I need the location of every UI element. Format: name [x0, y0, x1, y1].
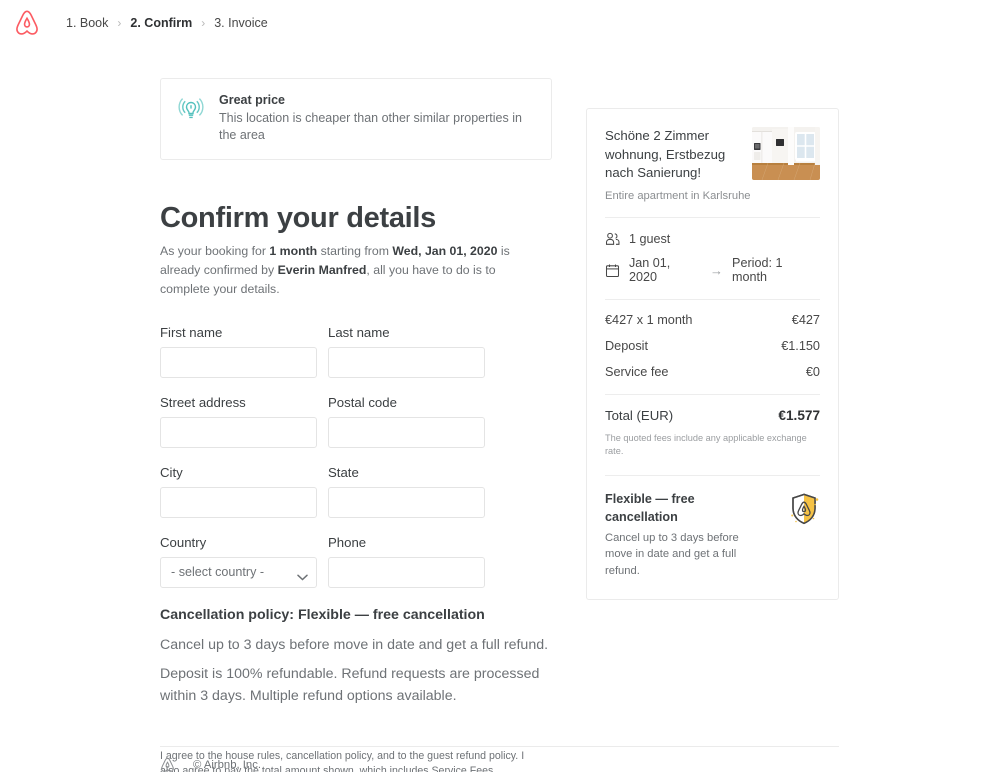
cancellation-policy-section: Cancellation policy: Flexible — free can… — [160, 605, 552, 706]
price-label: Deposit — [605, 339, 648, 353]
label-street-address: Street address — [160, 395, 317, 410]
label-last-name: Last name — [328, 325, 485, 340]
listing-text: Schöne 2 Zimmer wohnung, Erstbezug nach … — [605, 127, 752, 202]
subtitle-part-1: As your booking for — [160, 244, 269, 258]
breadcrumb-separator: › — [201, 16, 205, 30]
price-amount: €1.150 — [781, 339, 820, 353]
great-price-banner: Great price This location is cheaper tha… — [160, 78, 552, 160]
label-first-name: First name — [160, 325, 317, 340]
guests-row: 1 guest — [605, 231, 820, 246]
exchange-rate-note: The quoted fees include any applicable e… — [605, 432, 820, 458]
breadcrumb-item-confirm[interactable]: 2. Confirm — [130, 16, 192, 30]
form-row-name: First name Last name — [160, 325, 552, 378]
flexible-policy-description: Cancel up to 3 days before move in date … — [605, 530, 768, 579]
form-row-address: Street address Postal code — [160, 395, 552, 448]
total-label: Total (EUR) — [605, 408, 673, 423]
flexible-policy-text: Flexible — free cancellation Cancel up t… — [605, 491, 768, 579]
price-row-service-fee: Service fee €0 — [605, 365, 820, 379]
date-period: Period: 1 month — [732, 256, 820, 284]
street-address-input[interactable] — [160, 417, 317, 448]
state-input[interactable] — [328, 487, 485, 518]
postal-code-input[interactable] — [328, 417, 485, 448]
total-row: Total (EUR) €1.577 — [605, 408, 820, 423]
price-row-nightly: €427 x 1 month €427 — [605, 313, 820, 327]
country-select-wrapper: - select country - — [160, 557, 317, 588]
date-start: Jan 01, 2020 — [629, 256, 701, 284]
price-label: €427 x 1 month — [605, 313, 692, 327]
page-header: 1. Book › 2. Confirm › 3. Invoice — [0, 0, 999, 46]
guests-label: 1 guest — [629, 232, 670, 246]
cancellation-policy-title: Cancellation policy: Flexible — free can… — [160, 605, 552, 626]
phone-input[interactable] — [328, 557, 485, 588]
label-country: Country — [160, 535, 317, 550]
price-amount: €427 — [792, 313, 820, 327]
field-city: City — [160, 465, 317, 518]
page-title: Confirm your details — [160, 202, 552, 235]
listing-thumbnail[interactable] — [752, 127, 820, 180]
price-label: Service fee — [605, 365, 668, 379]
field-last-name: Last name — [328, 325, 485, 378]
page-subtitle: As your booking for 1 month starting fro… — [160, 242, 545, 299]
card-divider — [605, 217, 820, 218]
main-column: Great price This location is cheaper tha… — [160, 78, 552, 772]
field-phone: Phone — [328, 535, 485, 588]
banner-title: Great price — [219, 92, 535, 109]
label-city: City — [160, 465, 317, 480]
price-row-deposit: Deposit €1.150 — [605, 339, 820, 353]
card-divider — [605, 475, 820, 476]
breadcrumb: 1. Book › 2. Confirm › 3. Invoice — [66, 16, 268, 30]
form-row-city-state: City State — [160, 465, 552, 518]
booking-summary-card: Schöne 2 Zimmer wohnung, Erstbezug nach … — [586, 108, 839, 600]
form-row-country-phone: Country - select country - Phone — [160, 535, 552, 588]
total-amount: €1.577 — [778, 408, 820, 423]
airbnb-belo-icon[interactable] — [160, 757, 175, 772]
subtitle-duration: 1 month — [269, 244, 317, 258]
lightbulb-icon — [177, 93, 205, 125]
breadcrumb-item-invoice[interactable]: 3. Invoice — [214, 16, 268, 30]
price-amount: €0 — [806, 365, 820, 379]
details-form: First name Last name Street address Post… — [160, 325, 552, 588]
page-footer: © Airbnb, Inc. — [160, 746, 839, 772]
field-state: State — [328, 465, 485, 518]
calendar-icon — [605, 263, 620, 278]
label-state: State — [328, 465, 485, 480]
airbnb-belo-icon[interactable] — [14, 9, 40, 37]
arrow-right-icon: → — [710, 263, 723, 278]
shield-badge-icon — [788, 492, 820, 526]
dates-row: Jan 01, 2020 → Period: 1 month — [605, 256, 820, 284]
country-select[interactable]: - select country - — [160, 557, 317, 588]
label-postal-code: Postal code — [328, 395, 485, 410]
card-divider — [605, 299, 820, 300]
banner-text: This location is cheaper than other simi… — [219, 110, 535, 145]
cancellation-policy-line-1: Cancel up to 3 days before move in date … — [160, 634, 552, 656]
copyright-text: © Airbnb, Inc. — [193, 759, 261, 771]
field-first-name: First name — [160, 325, 317, 378]
subtitle-host-name: Everin Manfred — [278, 263, 367, 277]
last-name-input[interactable] — [328, 347, 485, 378]
subtitle-start-date: Wed, Jan 01, 2020 — [392, 244, 497, 258]
breadcrumb-item-book[interactable]: 1. Book — [66, 16, 108, 30]
listing-summary: Schöne 2 Zimmer wohnung, Erstbezug nach … — [605, 127, 820, 202]
flexible-policy-title: Flexible — free cancellation — [605, 491, 768, 526]
flexible-policy-block: Flexible — free cancellation Cancel up t… — [605, 491, 820, 579]
page-body: Great price This location is cheaper tha… — [0, 46, 999, 772]
cancellation-policy-line-2: Deposit is 100% refundable. Refund reque… — [160, 663, 543, 707]
subtitle-part-2: starting from — [317, 244, 392, 258]
card-divider — [605, 394, 820, 395]
label-phone: Phone — [328, 535, 485, 550]
field-country: Country - select country - — [160, 535, 317, 588]
guests-icon — [605, 231, 620, 246]
listing-subtitle: Entire apartment in Karlsruhe — [605, 190, 752, 202]
listing-title[interactable]: Schöne 2 Zimmer wohnung, Erstbezug nach … — [605, 127, 752, 183]
breadcrumb-separator: › — [117, 16, 121, 30]
field-postal-code: Postal code — [328, 395, 485, 448]
city-input[interactable] — [160, 487, 317, 518]
field-street-address: Street address — [160, 395, 317, 448]
first-name-input[interactable] — [160, 347, 317, 378]
